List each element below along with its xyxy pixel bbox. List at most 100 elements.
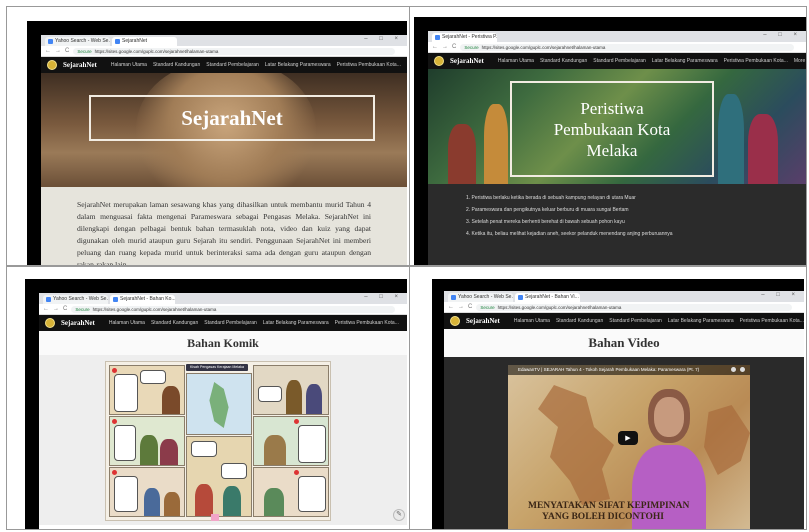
browser-tab-active[interactable]: SejarahNet - Bahan Ko...: [110, 295, 175, 304]
browser-tab[interactable]: Yahoo Search - Web Se...: [43, 295, 108, 304]
video-caption: MENYATAKAN SIFAT KEPIMPINAN YANG BOLEH D…: [528, 501, 689, 523]
list-item: 1. Peristiwa berlaku ketika berada di se…: [466, 195, 636, 201]
url-field[interactable]: Secure https://sites.google.com/guplc.com…: [73, 47, 395, 55]
window-controls[interactable]: – □ ×: [364, 294, 403, 300]
map-background: [538, 385, 614, 505]
forward-button[interactable]: →: [53, 306, 59, 312]
comic-panel: [253, 365, 329, 415]
character-figure: [140, 435, 158, 465]
tab-bar: Yahoo Search - Web Se... SejarahNet - Ba…: [444, 291, 804, 302]
map-background: [704, 405, 750, 475]
browser-tab-active[interactable]: SejarahNet - Bahan Vi...: [515, 293, 580, 302]
page-title: Bahan Video: [444, 329, 804, 357]
nav-item-latar-belakang[interactable]: Latar Belakang Parameswara: [652, 58, 718, 64]
illustration-figure: [448, 124, 476, 184]
browser-window: Yahoo Search - Web Se... SejarahNet – □ …: [41, 35, 407, 265]
browser-window: SejarahNet - Peristiwa P... – □ × ← → C …: [428, 31, 806, 265]
hero-banner: SejarahNet: [41, 73, 407, 187]
window-controls[interactable]: – □ ×: [763, 32, 802, 38]
comic-title: Kisah Pengasas Kerajaan Melaka: [186, 364, 248, 371]
nav-item-home[interactable]: Halaman Utama: [498, 58, 534, 64]
nav-item-home[interactable]: Halaman Utama: [109, 320, 145, 326]
nav-item-standard-pembelajaran[interactable]: Standard Pembelajaran: [593, 58, 646, 64]
site-brand[interactable]: SejarahNet: [466, 317, 500, 325]
reload-button[interactable]: C: [468, 304, 472, 310]
nav-item-peristiwa[interactable]: Peristiwa Pembukaan Kota...: [740, 318, 804, 324]
window-controls[interactable]: – □ ×: [364, 36, 403, 42]
comic-panel: [253, 416, 329, 466]
nav-item-standard-kandungan[interactable]: Standard Kandungan: [540, 58, 587, 64]
browser-tab-active[interactable]: SejarahNet: [112, 37, 177, 46]
clock-icon[interactable]: [731, 367, 736, 372]
hero-title-line: Pembukaan Kota: [553, 119, 671, 139]
panel-number: [294, 470, 299, 475]
nav-item-latar-belakang[interactable]: Latar Belakang Parameswara: [668, 318, 734, 324]
comic-page-button[interactable]: [211, 514, 219, 521]
nav-item-latar-belakang[interactable]: Latar Belakang Parameswara: [265, 62, 331, 68]
nav-item-standard-kandungan[interactable]: Standard Kandungan: [556, 318, 603, 324]
nav-item-standard-pembelajaran[interactable]: Standard Pembelajaran: [206, 62, 259, 68]
panel-number: [112, 419, 117, 424]
nav-item-peristiwa[interactable]: Peristiwa Pembukaan Kota...: [724, 58, 788, 64]
comic-panel: [109, 365, 185, 415]
window-controls[interactable]: – □ ×: [761, 292, 800, 298]
video-player[interactable]: EdawanTV | SEJARAH Tahun 4 - Tokoh Sejar…: [508, 365, 750, 529]
site-favicon-icon: [518, 295, 523, 300]
speech-bubble: [298, 476, 326, 512]
back-button[interactable]: ←: [45, 48, 51, 54]
nav-item-standard-pembelajaran[interactable]: Standard Pembelajaran: [204, 320, 257, 326]
reload-button[interactable]: C: [65, 48, 69, 54]
nav-item-latar-belakang[interactable]: Latar Belakang Parameswara: [263, 320, 329, 326]
list-item: 2. Parameswara dan pengikutnya keluar be…: [466, 207, 629, 213]
nav-item-standard-kandungan[interactable]: Standard Kandungan: [153, 62, 200, 68]
nav-item-standard-kandungan[interactable]: Standard Kandungan: [151, 320, 198, 326]
nav-item-home[interactable]: Halaman Utama: [111, 62, 147, 68]
video-title[interactable]: EdawanTV | SEJARAH Tahun 4 - Tokoh Sejar…: [518, 367, 699, 372]
forward-button[interactable]: →: [442, 44, 448, 50]
speech-bubble: [114, 425, 136, 461]
browser-tab[interactable]: Yahoo Search - Web Se...: [448, 293, 513, 302]
illustration-figure: [748, 114, 778, 184]
back-button[interactable]: ←: [43, 306, 49, 312]
url-field[interactable]: Secure https://sites.google.com/guplc.com…: [460, 43, 794, 51]
site-navbar: SejarahNet Halaman Utama Standard Kandun…: [39, 315, 407, 331]
browser-tab[interactable]: Yahoo Search - Web Se...: [45, 37, 110, 46]
site-logo-icon: [434, 56, 444, 66]
video-section: EdawanTV | SEJARAH Tahun 4 - Tokoh Sejar…: [444, 357, 804, 529]
nav-item-home[interactable]: Halaman Utama: [514, 318, 550, 324]
url-text: https://sites.google.com/guplc.com/sejar…: [481, 44, 606, 50]
back-button[interactable]: ←: [432, 44, 438, 50]
share-icon[interactable]: [740, 367, 745, 372]
character-figure: [286, 380, 302, 414]
nav-item-standard-pembelajaran[interactable]: Standard Pembelajaran: [609, 318, 662, 324]
address-bar: ← → C Secure https://sites.google.com/gup…: [444, 302, 804, 313]
address-bar: ← → C Secure https://sites.google.com/gup…: [41, 46, 407, 57]
comic-panel: [186, 373, 252, 435]
character-figure: [195, 484, 213, 516]
hero-title: Peristiwa Pembukaan Kota Melaka: [554, 98, 671, 161]
browser-tab-active[interactable]: SejarahNet - Peristiwa P...: [432, 33, 497, 42]
yahoo-favicon-icon: [48, 39, 53, 44]
browser-window: Yahoo Search - Web Se... SejarahNet - Ba…: [39, 293, 407, 529]
screenshot-frame: Yahoo Search - Web Se... SejarahNet - Ba…: [25, 279, 407, 529]
reload-button[interactable]: C: [452, 44, 456, 50]
forward-button[interactable]: →: [458, 304, 464, 310]
play-button[interactable]: ▶: [618, 431, 638, 445]
url-field[interactable]: Secure https://sites.google.com/guplc.com…: [71, 305, 395, 313]
reload-button[interactable]: C: [63, 306, 67, 312]
site-favicon-icon: [113, 297, 118, 302]
nav-item-peristiwa[interactable]: Peristiwa Pembukaan Kota...: [337, 62, 401, 68]
nav-item-more[interactable]: More: [794, 58, 805, 64]
forward-button[interactable]: →: [55, 48, 61, 54]
comic-panel: [109, 467, 185, 517]
nav-item-peristiwa[interactable]: Peristiwa Pembukaan Kota...: [335, 320, 399, 326]
site-brand[interactable]: SejarahNet: [61, 319, 95, 327]
url-field[interactable]: Secure https://sites.google.com/guplc.com…: [476, 303, 792, 311]
site-brand[interactable]: SejarahNet: [450, 57, 484, 65]
back-button[interactable]: ←: [448, 304, 454, 310]
edit-icon[interactable]: ✎: [393, 509, 405, 521]
site-brand[interactable]: SejarahNet: [63, 61, 97, 69]
secure-label: Secure: [75, 306, 90, 312]
comic-strip[interactable]: Kisah Pengasas Kerajaan Melaka: [105, 361, 331, 521]
speech-bubble: [298, 425, 326, 463]
